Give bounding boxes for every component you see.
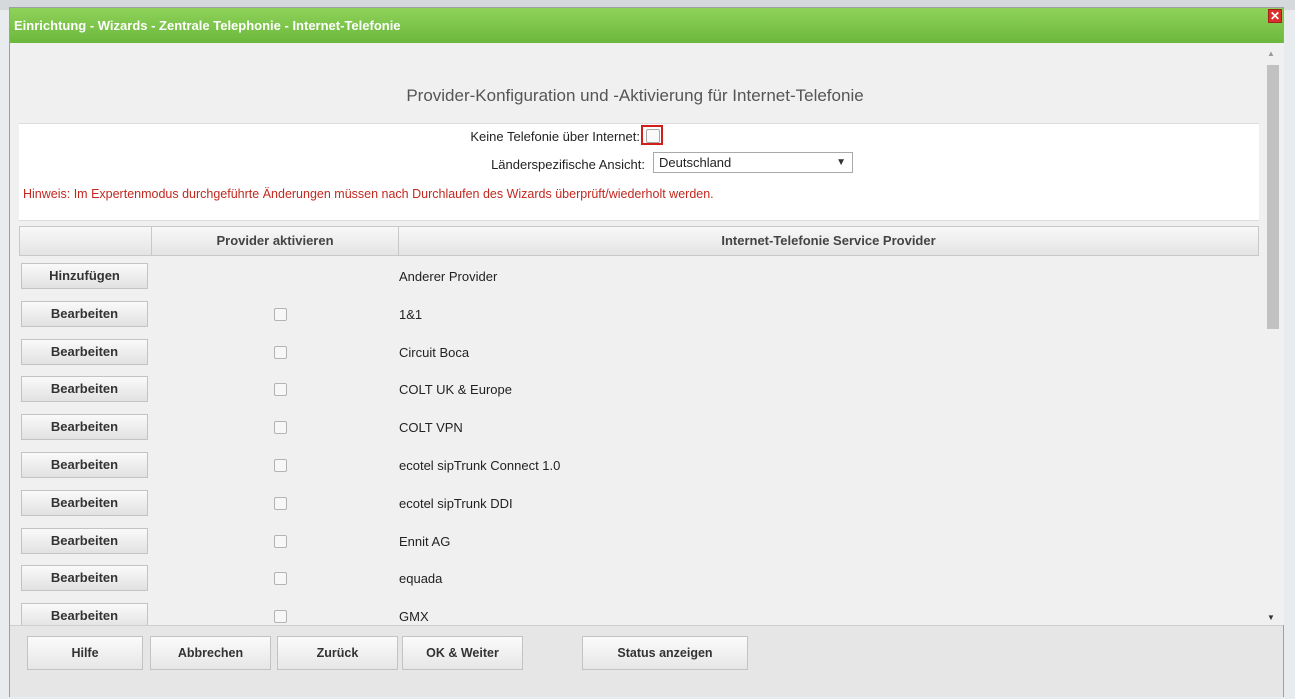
col-header-action bbox=[20, 227, 151, 255]
country-label: Länderspezifische Ansicht: bbox=[491, 157, 645, 172]
no-internet-checkbox-highlight bbox=[641, 125, 663, 145]
help-button[interactable]: Hilfe bbox=[27, 636, 143, 670]
activate-provider-checkbox[interactable] bbox=[274, 345, 287, 359]
provider-name: ecotel sipTrunk Connect 1.0 bbox=[399, 457, 561, 473]
activate-provider-checkbox[interactable] bbox=[274, 383, 287, 397]
edit-provider-button[interactable]: Bearbeiten bbox=[21, 603, 148, 625]
country-select[interactable]: Deutschland ▼ bbox=[653, 152, 853, 173]
edit-provider-button[interactable]: Bearbeiten bbox=[21, 527, 148, 554]
provider-name: Circuit Boca bbox=[399, 344, 470, 360]
scroll-up-icon[interactable]: ▲ bbox=[1267, 49, 1275, 58]
activate-provider-checkbox[interactable] bbox=[274, 421, 287, 435]
table-row: Hinzufügen Anderer Provider bbox=[19, 257, 1259, 295]
table-row: Bearbeiten Ennit AG bbox=[19, 522, 1259, 560]
content-area: Provider-Konfiguration und -Aktivierung … bbox=[10, 43, 1260, 625]
provider-table-header: Provider aktivieren Internet-Telefonie S… bbox=[19, 226, 1259, 256]
provider-name: Ennit AG bbox=[399, 533, 451, 549]
activate-provider-checkbox[interactable] bbox=[274, 572, 287, 586]
edit-provider-button[interactable]: Bearbeiten bbox=[21, 414, 148, 441]
activate-provider-checkbox[interactable] bbox=[274, 458, 287, 472]
table-row: Bearbeiten ecotel sipTrunk DDI bbox=[19, 484, 1259, 522]
table-row: Bearbeiten COLT UK & Europe bbox=[19, 370, 1259, 408]
provider-name: ecotel sipTrunk DDI bbox=[399, 495, 513, 511]
table-row: Bearbeiten equada bbox=[19, 559, 1259, 597]
activate-provider-checkbox[interactable] bbox=[274, 496, 287, 510]
vertical-scrollbar[interactable]: ▲ ▼ bbox=[1260, 43, 1284, 625]
provider-name: COLT UK & Europe bbox=[399, 382, 512, 398]
close-button[interactable]: ✕ bbox=[1268, 9, 1282, 23]
activate-provider-checkbox[interactable] bbox=[274, 307, 287, 321]
edit-provider-button[interactable]: Bearbeiten bbox=[21, 451, 148, 478]
page-heading: Provider-Konfiguration und -Aktivierung … bbox=[406, 86, 864, 105]
edit-provider-button[interactable]: Bearbeiten bbox=[21, 300, 148, 327]
activate-provider-checkbox[interactable] bbox=[274, 534, 287, 548]
dialog-footer: Hilfe Abbrechen Zurück OK & Weiter Statu… bbox=[10, 625, 1283, 697]
cancel-button[interactable]: Abbrechen bbox=[150, 636, 271, 670]
provider-name: 1&1 bbox=[399, 306, 423, 322]
country-select-value: Deutschland bbox=[659, 155, 732, 170]
wizard-dialog: Einrichtung - Wizards - Zentrale Telepho… bbox=[9, 7, 1284, 697]
close-icon: ✕ bbox=[1269, 9, 1281, 23]
table-row: Bearbeiten Circuit Boca bbox=[19, 333, 1259, 371]
edit-provider-button[interactable]: Bearbeiten bbox=[21, 376, 148, 403]
back-button[interactable]: Zurück bbox=[277, 636, 398, 670]
provider-name: Anderer Provider bbox=[399, 269, 498, 284]
dropdown-arrow-icon: ▼ bbox=[836, 157, 846, 168]
table-row: Bearbeiten COLT VPN bbox=[19, 408, 1259, 446]
edit-provider-button[interactable]: Bearbeiten bbox=[21, 565, 148, 592]
no-internet-label: Keine Telefonie über Internet: bbox=[470, 129, 640, 144]
table-row: Bearbeiten GMX bbox=[19, 597, 1259, 625]
settings-form: Keine Telefonie über Internet: Länderspe… bbox=[19, 123, 1259, 221]
ok-next-button[interactable]: OK & Weiter bbox=[402, 636, 523, 670]
col-header-activate: Provider aktivieren bbox=[216, 233, 334, 248]
no-internet-checkbox[interactable] bbox=[646, 129, 660, 143]
col-header-provider: Internet-Telefonie Service Provider bbox=[721, 233, 936, 248]
scroll-thumb[interactable] bbox=[1267, 65, 1279, 329]
table-row: Bearbeiten ecotel sipTrunk Connect 1.0 bbox=[19, 446, 1259, 484]
activate-provider-checkbox[interactable] bbox=[274, 610, 287, 624]
expert-mode-hint: Hinweis: Im Expertenmodus durchgeführte … bbox=[23, 187, 714, 201]
provider-name: COLT VPN bbox=[399, 420, 463, 436]
provider-name: equada bbox=[399, 571, 443, 587]
add-provider-button[interactable]: Hinzufügen bbox=[21, 263, 148, 289]
edit-provider-button[interactable]: Bearbeiten bbox=[21, 338, 148, 365]
table-row: Bearbeiten 1&1 bbox=[19, 295, 1259, 333]
provider-name: GMX bbox=[399, 609, 429, 625]
dialog-title: Einrichtung - Wizards - Zentrale Telepho… bbox=[14, 18, 401, 33]
provider-table-body: Hinzufügen Anderer Provider Bearbeiten 1&1 B… bbox=[19, 257, 1259, 625]
scroll-down-icon[interactable]: ▼ bbox=[1267, 613, 1275, 622]
edit-provider-button[interactable]: Bearbeiten bbox=[21, 489, 148, 516]
show-status-button[interactable]: Status anzeigen bbox=[582, 636, 748, 670]
dialog-titlebar: Einrichtung - Wizards - Zentrale Telepho… bbox=[10, 8, 1283, 43]
